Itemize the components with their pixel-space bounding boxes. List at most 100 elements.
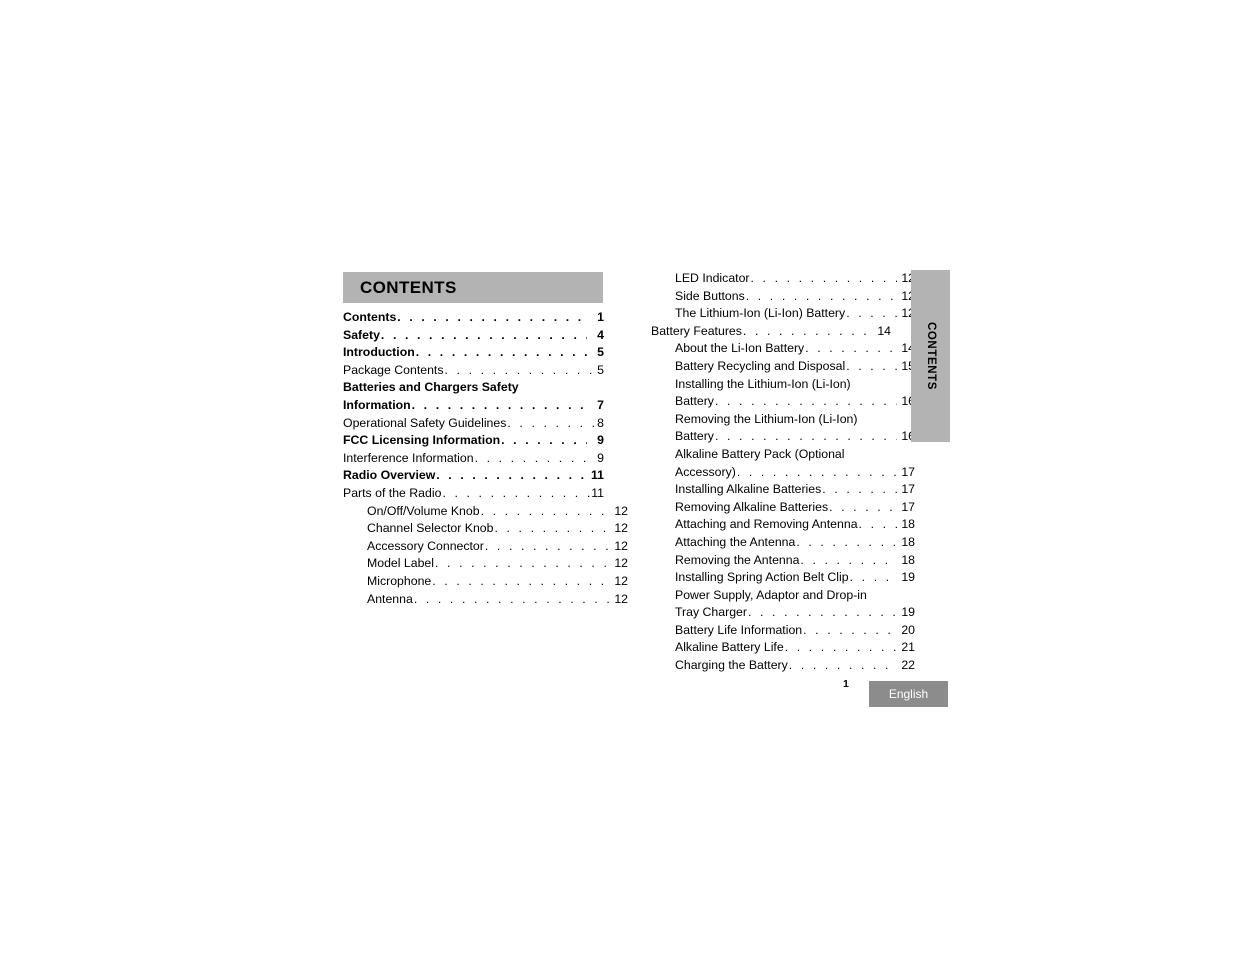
leader-dots: . . . . . . . . . . . . . . . . . . . . … <box>858 517 897 532</box>
toc-entry[interactable]: Installing Alkaline Batteries. . . . . .… <box>651 481 915 499</box>
side-tab-label: CONTENTS <box>924 321 937 391</box>
toc-entry-label: Interference Information <box>343 450 474 465</box>
toc-entry[interactable]: Parts of the Radio. . . . . . . . . . . … <box>343 485 604 503</box>
toc-entry-label: Battery <box>675 394 714 409</box>
toc-entry-page: 18 <box>901 534 915 549</box>
leader-dots: . . . . . . . . . . . . . . . . . . . . … <box>849 570 897 585</box>
leader-dots: . . . . . . . . . . . . . . . . . . . . … <box>796 534 897 549</box>
toc-entry[interactable]: Introduction. . . . . . . . . . . . . . … <box>343 344 604 362</box>
toc-entry[interactable]: Battery Recycling and Disposal. . . . . … <box>651 358 915 376</box>
toc-entry[interactable]: Attaching and Removing Antenna. . . . . … <box>651 516 915 534</box>
toc-entry-line[interactable]: Installing the Lithium-Ion (Li-Ion) <box>651 376 891 394</box>
toc-entry-line[interactable]: Power Supply, Adaptor and Drop-in <box>651 587 891 605</box>
leader-dots: . . . . . . . . . . . . . . . . . . . . … <box>501 433 587 448</box>
toc-entry[interactable]: Model Label. . . . . . . . . . . . . . .… <box>343 555 628 573</box>
toc-entry[interactable]: Side Buttons. . . . . . . . . . . . . . … <box>651 288 915 306</box>
toc-entry[interactable]: Installing Spring Action Belt Clip. . . … <box>651 569 915 587</box>
toc-entry[interactable]: Alkaline Battery Life. . . . . . . . . .… <box>651 639 915 657</box>
toc-entry[interactable]: Battery Life Information. . . . . . . . … <box>651 622 915 640</box>
toc-entry-page: 14 <box>877 323 891 338</box>
toc-entry-label: Antenna <box>367 591 413 606</box>
side-tab-contents: CONTENTS <box>911 270 950 442</box>
leader-dots: . . . . . . . . . . . . . . . . . . . . … <box>442 485 590 500</box>
toc-entry-page: 22 <box>901 658 915 673</box>
toc-entry-line[interactable]: Batteries and Chargers Safety <box>343 379 604 397</box>
toc-entry-page: 17 <box>901 464 915 479</box>
toc-entry-page: 19 <box>901 605 915 620</box>
toc-entry-label: Accessory) <box>675 464 736 479</box>
toc-entry[interactable]: FCC Licensing Information. . . . . . . .… <box>343 432 604 450</box>
leader-dots: . . . . . . . . . . . . . . . . . . . . … <box>784 640 897 655</box>
toc-entry[interactable]: About the Li-Ion Battery. . . . . . . . … <box>651 340 915 358</box>
toc-entry[interactable]: Information. . . . . . . . . . . . . . .… <box>343 397 604 415</box>
toc-entry-label: Operational Safety Guidelines <box>343 415 507 430</box>
toc-entry-label: Removing the Antenna <box>675 552 800 567</box>
leader-dots: . . . . . . . . . . . . . . . . . . . . … <box>736 464 897 479</box>
toc-entry-label: Charging the Battery <box>675 658 788 673</box>
toc-entry[interactable]: Battery. . . . . . . . . . . . . . . . .… <box>651 393 915 411</box>
toc-entry-page: 11 <box>591 485 604 500</box>
contents-heading-bar: CONTENTS <box>343 272 603 303</box>
toc-entry-line[interactable]: Alkaline Battery Pack (Optional <box>651 446 891 464</box>
toc-entry-label: Channel Selector Knob <box>367 521 494 536</box>
toc-entry[interactable]: Safety. . . . . . . . . . . . . . . . . … <box>343 327 604 345</box>
toc-entry[interactable]: On/Off/Volume Knob. . . . . . . . . . . … <box>343 503 628 521</box>
leader-dots: . . . . . . . . . . . . . . . . . . . . … <box>714 429 897 444</box>
toc-entry[interactable]: Contents. . . . . . . . . . . . . . . . … <box>343 309 604 327</box>
toc-entry-page: 19 <box>901 570 915 585</box>
toc-entry-label: Attaching the Antenna <box>675 534 796 549</box>
toc-entry[interactable]: Interference Information. . . . . . . . … <box>343 450 604 468</box>
leader-dots: . . . . . . . . . . . . . . . . . . . . … <box>745 288 897 303</box>
leader-dots: . . . . . . . . . . . . . . . . . . . . … <box>714 394 897 409</box>
toc-entry-label: Battery Features <box>651 323 742 338</box>
toc-entry-page: 7 <box>597 397 604 412</box>
toc-entry-page: 21 <box>901 640 915 655</box>
toc-entry[interactable]: Removing Alkaline Batteries. . . . . . .… <box>651 499 915 517</box>
leader-dots: . . . . . . . . . . . . . . . . . . . . … <box>436 468 587 483</box>
toc-entry-label: Installing Alkaline Batteries <box>675 482 822 497</box>
toc-entry-page: 18 <box>901 517 915 532</box>
toc-entry-label: Radio Overview <box>343 468 436 483</box>
toc-entry[interactable]: Battery Features. . . . . . . . . . . . … <box>651 323 891 341</box>
toc-entry-page: 8 <box>597 415 604 430</box>
language-badge: English <box>869 681 948 707</box>
toc-entry-label: Model Label <box>367 556 434 571</box>
toc-entry-label: About the Li-Ion Battery <box>675 341 805 356</box>
toc-entry[interactable]: Channel Selector Knob. . . . . . . . . .… <box>343 520 628 538</box>
leader-dots: . . . . . . . . . . . . . . . . . . . . … <box>411 397 587 412</box>
toc-entry[interactable]: Accessory Connector. . . . . . . . . . .… <box>343 538 628 556</box>
toc-entry-label: On/Off/Volume Knob <box>367 503 480 518</box>
toc-entry-page: 17 <box>901 499 915 514</box>
toc-entry[interactable]: Antenna. . . . . . . . . . . . . . . . .… <box>343 591 628 609</box>
toc-entry[interactable]: LED Indicator. . . . . . . . . . . . . .… <box>651 270 915 288</box>
toc-entry[interactable]: The Lithium-Ion (Li-Ion) Battery. . . . … <box>651 305 915 323</box>
toc-entry[interactable]: Tray Charger. . . . . . . . . . . . . . … <box>651 604 915 622</box>
leader-dots: . . . . . . . . . . . . . . . . . . . . … <box>803 622 897 637</box>
toc-entry-label: Alkaline Battery Life <box>675 640 784 655</box>
toc-entry[interactable]: Microphone. . . . . . . . . . . . . . . … <box>343 573 628 591</box>
toc-entry-label: Attaching and Removing Antenna <box>675 517 858 532</box>
toc-entry-page: 4 <box>597 327 604 342</box>
toc-entry[interactable]: Charging the Battery. . . . . . . . . . … <box>651 657 915 675</box>
leader-dots: . . . . . . . . . . . . . . . . . . . . … <box>484 538 613 553</box>
leader-dots: . . . . . . . . . . . . . . . . . . . . … <box>800 552 897 567</box>
toc-entry[interactable]: Accessory). . . . . . . . . . . . . . . … <box>651 464 915 482</box>
toc-entry-label: Removing Alkaline Batteries <box>675 499 829 514</box>
toc-entry-page: 11 <box>591 468 604 483</box>
toc-entry[interactable]: Package Contents. . . . . . . . . . . . … <box>343 362 604 380</box>
toc-entry[interactable]: Operational Safety Guidelines. . . . . .… <box>343 415 604 433</box>
leader-dots: . . . . . . . . . . . . . . . . . . . . … <box>829 499 897 514</box>
toc-entry[interactable]: Radio Overview. . . . . . . . . . . . . … <box>343 467 604 485</box>
language-label: English <box>888 687 929 701</box>
toc-entry-page: 12 <box>614 556 628 571</box>
leader-dots: . . . . . . . . . . . . . . . . . . . . … <box>805 341 897 356</box>
toc-entry[interactable]: Battery. . . . . . . . . . . . . . . . .… <box>651 428 915 446</box>
toc-entry-label: Microphone <box>367 573 432 588</box>
toc-entry-page: 9 <box>597 450 604 465</box>
toc-entry-line[interactable]: Removing the Lithium-Ion (Li-Ion) <box>651 411 891 429</box>
toc-entry[interactable]: Removing the Antenna. . . . . . . . . . … <box>651 552 915 570</box>
toc-entry-label: The Lithium-Ion (Li-Ion) Battery <box>675 306 846 321</box>
toc-entry-page: 18 <box>901 552 915 567</box>
toc-entry[interactable]: Attaching the Antenna. . . . . . . . . .… <box>651 534 915 552</box>
leader-dots: . . . . . . . . . . . . . . . . . . . . … <box>507 415 596 430</box>
